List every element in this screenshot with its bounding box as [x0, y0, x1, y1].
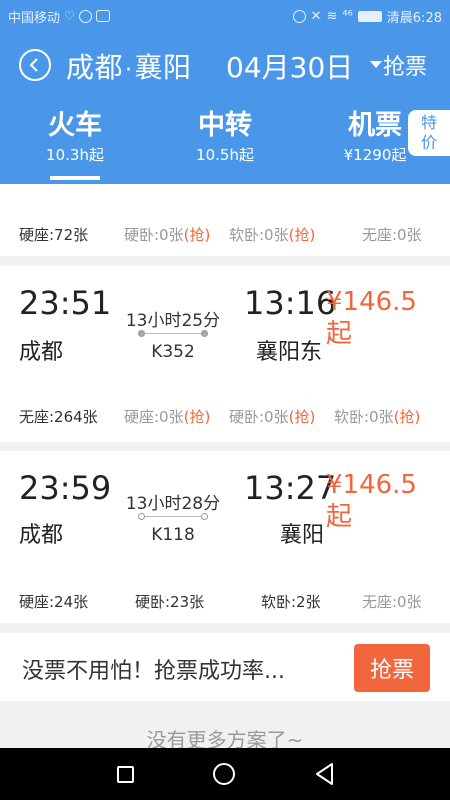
- grab-label: (抢): [183, 226, 211, 244]
- price-value: ¥146.5: [326, 470, 417, 500]
- tab-transfer-label: 中转: [198, 110, 252, 141]
- grab-label: (抢): [393, 408, 421, 426]
- signal-icon: ⁴⁶: [342, 8, 353, 24]
- route-separator: ·: [125, 58, 133, 83]
- departure-station: 成都: [19, 523, 64, 548]
- route-title[interactable]: 成都·襄阳: [66, 46, 192, 86]
- train-card[interactable]: 23:59 成都 13小时28分 K118 13:27 襄阳 ¥146.5 起 …: [0, 451, 450, 623]
- travel-date[interactable]: 04月30日: [226, 46, 353, 86]
- destination-city: 襄阳: [134, 51, 192, 84]
- system-nav-bar: [0, 748, 450, 800]
- seat-no-seat: 无座:264张: [19, 408, 98, 426]
- departure-time: 23:59: [19, 469, 112, 507]
- tab-transfer-sub: 10.5h起: [196, 146, 254, 164]
- active-tab-indicator: [50, 176, 100, 180]
- chevron-left-icon: [29, 58, 38, 72]
- seat-soft-sleeper: 软卧:2张: [261, 593, 321, 611]
- seat-row: 硬座:72张 硬卧:0张(抢) 软卧:0张(抢) 无座:0张: [0, 224, 450, 244]
- grab-ticket-button[interactable]: 抢票: [354, 644, 430, 692]
- back-button[interactable]: [19, 49, 51, 81]
- tab-train-sub: 10.3h起: [46, 146, 104, 164]
- carrier-label: 中国移动: [8, 10, 61, 26]
- home-icon[interactable]: [213, 763, 235, 785]
- mute-icon: ✕: [310, 8, 322, 24]
- train-number: K118: [151, 525, 195, 545]
- banner-text: 没票不用怕！抢票成功率...: [22, 659, 285, 684]
- seat-text: 软卧:0张: [229, 226, 289, 244]
- special-price-badge: 特 价: [408, 110, 450, 156]
- seat-text: 软卧:0张: [334, 408, 394, 426]
- travel-duration: 13小时28分: [125, 494, 221, 514]
- origin-city: 成都: [66, 51, 124, 84]
- seat-hard-seat: 硬座:72张: [19, 226, 89, 244]
- price-suffix: 起: [326, 502, 353, 532]
- grab-ticket-banner: 没票不用怕！抢票成功率... 抢票: [0, 633, 450, 701]
- train-card-partial[interactable]: 硬座:72张 硬卧:0张(抢) 软卧:0张(抢) 无座:0张: [0, 184, 450, 256]
- tab-train[interactable]: 火车 10.3h起: [30, 108, 120, 166]
- grab-ticket-header-button[interactable]: 抢票: [383, 49, 427, 81]
- seat-hard-sleeper: 硬卧:23张: [135, 593, 205, 611]
- arrival-time: 13:27: [244, 469, 337, 507]
- travel-duration: 13小时25分: [125, 311, 221, 331]
- back-triangle-icon[interactable]: [314, 762, 336, 786]
- route-line: [142, 333, 204, 334]
- departure-station: 成都: [19, 340, 64, 365]
- clock-label: 清晨6:28: [386, 10, 442, 26]
- arrival-station: 襄阳: [280, 523, 325, 548]
- app-notification-icon-2: [95, 10, 110, 22]
- seat-hard-seat[interactable]: 硬座:0张(抢): [124, 406, 210, 427]
- app-notification-icon: [78, 9, 92, 23]
- route-start-dot: [138, 513, 145, 520]
- seat-soft-sleeper[interactable]: 软卧:0张(抢): [334, 406, 420, 427]
- header: 成都·襄阳 04月30日 抢票: [0, 32, 450, 100]
- route-line: [142, 516, 204, 517]
- ticket-price: ¥146.5 起: [326, 286, 417, 350]
- tab-flight-label: 机票: [348, 110, 402, 141]
- seat-row: 无座:264张 硬座:0张(抢) 硬卧:0张(抢) 软卧:0张(抢): [0, 406, 450, 426]
- heart-icon: ♡: [64, 9, 75, 23]
- departure-time: 23:51: [19, 284, 112, 322]
- tab-train-label: 火车: [48, 110, 102, 141]
- ticket-price: ¥146.5 起: [326, 469, 417, 533]
- nfc-icon: [292, 9, 306, 23]
- price-suffix: 起: [326, 319, 353, 349]
- seat-soft-sleeper[interactable]: 软卧:0张(抢): [229, 224, 315, 245]
- route-start-dot: [138, 330, 145, 337]
- arrival-station: 襄阳东: [256, 340, 323, 365]
- status-bar: 中国移动 ♡ ✕ ≋ ⁴⁶ 清晨6:28: [0, 0, 450, 32]
- grab-label: (抢): [183, 408, 211, 426]
- grab-label: (抢): [288, 408, 316, 426]
- seat-no-seat: 无座:0张: [362, 226, 422, 244]
- price-value: ¥146.5: [326, 287, 417, 317]
- train-card[interactable]: 23:51 成都 13小时25分 K352 13:16 襄阳东 ¥146.5 起…: [0, 266, 450, 442]
- route-end-dot: [201, 513, 208, 520]
- seat-row: 硬座:24张 硬卧:23张 软卧:2张 无座:0张: [0, 591, 450, 611]
- arrival-time: 13:16: [244, 284, 337, 322]
- seat-text: 硬座:0张: [124, 408, 184, 426]
- tab-transfer[interactable]: 中转 10.5h起: [180, 108, 270, 166]
- seat-text: 硬卧:0张: [229, 408, 289, 426]
- caret-down-icon[interactable]: [370, 61, 382, 68]
- seat-hard-sleeper[interactable]: 硬卧:0张(抢): [229, 406, 315, 427]
- recent-apps-icon[interactable]: [117, 766, 134, 783]
- transport-tabs: 火车 10.3h起 中转 10.5h起 机票 ¥1290起 特 价: [0, 100, 450, 184]
- badge-line-2: 价: [420, 133, 437, 152]
- tab-flight-sub: ¥1290起: [343, 146, 407, 164]
- tab-flight[interactable]: 机票 ¥1290起: [330, 108, 420, 166]
- badge-line-1: 特: [420, 113, 437, 132]
- battery-icon: [357, 10, 382, 22]
- seat-hard-sleeper[interactable]: 硬卧:0张(抢): [124, 224, 210, 245]
- seat-no-seat: 无座:0张: [362, 593, 422, 611]
- seat-text: 硬卧:0张: [124, 226, 184, 244]
- grab-label: (抢): [288, 226, 316, 244]
- route-end-dot: [201, 330, 208, 337]
- seat-hard-seat: 硬座:24张: [19, 593, 89, 611]
- train-number: K352: [151, 342, 195, 362]
- wifi-icon: ≋: [326, 8, 338, 24]
